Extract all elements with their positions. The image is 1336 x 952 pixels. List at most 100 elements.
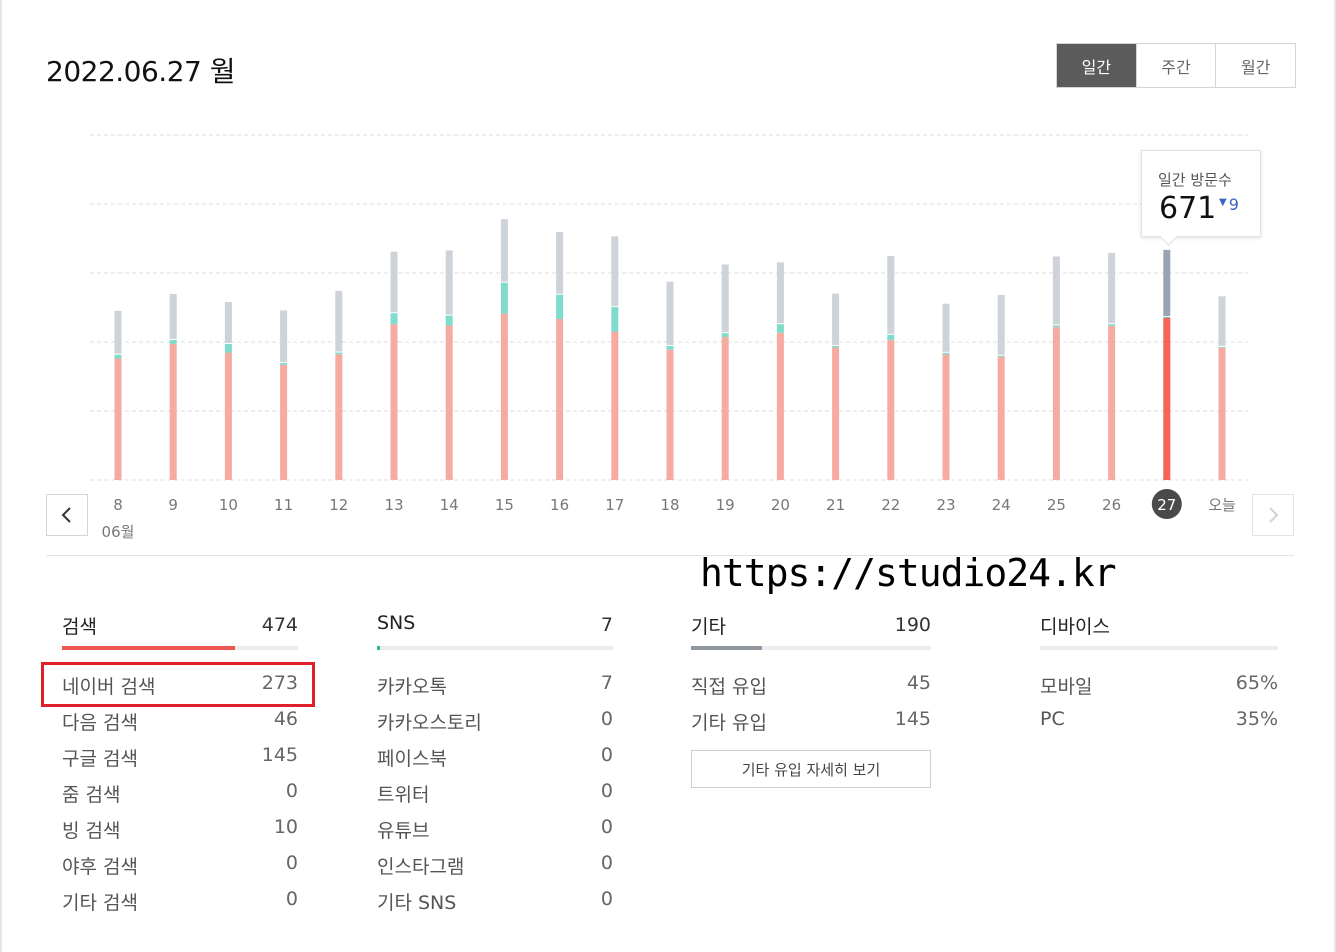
chevron-right-icon xyxy=(1269,507,1279,523)
row-label: 직접 유입 xyxy=(691,676,767,698)
prev-page-button[interactable] xyxy=(46,494,88,536)
chart-tick-label: 14 xyxy=(440,496,459,514)
panel-title: 디바이스 xyxy=(1040,616,1110,638)
chart-bar-segment xyxy=(942,303,950,352)
panel-title: 검색 xyxy=(62,616,97,638)
chart-bar-segment xyxy=(556,318,564,480)
chart-bar-segment xyxy=(611,307,619,332)
row-label: 기타 검색 xyxy=(62,892,138,914)
chart-month-label: 06월 xyxy=(102,523,135,541)
next-page-button[interactable] xyxy=(1252,494,1294,536)
chart-bar-segment xyxy=(280,310,288,362)
row-label: PC xyxy=(1040,708,1065,730)
list-item[interactable]: 빙 검색 10 xyxy=(62,816,298,852)
row-value: 0 xyxy=(600,852,613,874)
chart-bar-segment xyxy=(556,232,564,294)
row-value: 0 xyxy=(600,744,613,766)
chart-tick-label: 22 xyxy=(881,496,900,514)
chart-bar-segment xyxy=(1218,347,1226,480)
row-value: 0 xyxy=(285,780,298,802)
row-label: 페이스북 xyxy=(377,748,447,770)
panel-total: 7 xyxy=(600,614,613,636)
chart-bar-segment xyxy=(887,255,895,334)
chart-bar-segment xyxy=(500,219,508,282)
row-label: 유튜브 xyxy=(377,820,430,842)
daily-visits-tooltip: 일간 방문수 671 ▼ 9 xyxy=(1141,150,1261,237)
list-item[interactable]: 야후 검색 0 xyxy=(62,852,298,888)
row-label: 기타 SNS xyxy=(377,892,457,914)
list-item[interactable]: PC 35% xyxy=(1040,708,1278,744)
share-bar xyxy=(691,646,931,650)
chart-bar-segment xyxy=(611,236,619,307)
highlight-box xyxy=(41,662,315,707)
chart-bar-segment xyxy=(335,290,343,352)
chart-bar-segment xyxy=(776,324,784,333)
tooltip-label: 일간 방문수 xyxy=(1158,171,1232,189)
list-item[interactable]: 줌 검색 0 xyxy=(62,780,298,816)
chart-bar-segment xyxy=(942,354,950,480)
chart-bar-segment xyxy=(390,313,398,325)
share-bar xyxy=(377,646,613,650)
chart-bar-segment xyxy=(445,325,453,480)
chart-bar-segment xyxy=(500,313,508,480)
watermark-url: https://studio24.kr xyxy=(700,551,1117,595)
list-item[interactable]: 기타 SNS 0 xyxy=(377,888,613,924)
other-referral-detail-button[interactable]: 기타 유입 자세히 보기 xyxy=(691,750,931,788)
chevron-left-icon xyxy=(61,507,71,523)
panel-title: SNS xyxy=(377,612,416,634)
chart-tick-label: 27 xyxy=(1157,496,1176,514)
list-item[interactable]: 구글 검색 145 xyxy=(62,744,298,780)
chart-bar-segment xyxy=(997,294,1005,355)
list-item[interactable]: 기타 유입 145 xyxy=(691,708,931,744)
row-label: 야후 검색 xyxy=(62,856,138,878)
chart-bar-segment xyxy=(942,352,950,355)
chart-bar-segment xyxy=(887,334,895,341)
list-item[interactable]: 카카오스토리 0 xyxy=(377,708,613,744)
chart-tick-label: 8 xyxy=(113,496,123,514)
row-value: 0 xyxy=(285,888,298,910)
row-label: 인스타그램 xyxy=(377,856,465,878)
down-triangle-icon: ▼ xyxy=(1219,197,1227,208)
list-item[interactable]: 트위터 0 xyxy=(377,780,613,816)
chart-bar-segment xyxy=(1052,327,1060,480)
chart-tick-label: 11 xyxy=(274,496,293,514)
row-label: 카카오톡 xyxy=(377,676,447,698)
chart-tick-label: 13 xyxy=(384,496,403,514)
share-bar-fill xyxy=(377,646,380,650)
chart-tick-label: 19 xyxy=(716,496,735,514)
chart-bar-segment xyxy=(114,358,122,480)
row-value: 45 xyxy=(906,672,931,694)
chart-bar-segment xyxy=(390,324,398,480)
chart-bar-segment xyxy=(611,331,619,480)
share-bar xyxy=(62,646,298,650)
chart-bar-segment xyxy=(1218,346,1226,348)
chart-bar-segment xyxy=(445,250,453,315)
chart-tick-label: 9 xyxy=(168,496,178,514)
chart-bar-segment xyxy=(335,354,343,480)
list-item[interactable]: 다음 검색 46 xyxy=(62,708,298,744)
chart-tick-label: 16 xyxy=(550,496,569,514)
tooltip-diff-value: 9 xyxy=(1228,195,1239,214)
chart-bar-segment xyxy=(832,347,840,480)
visitor-chart: 8 9 10 11 12 13 14 15 16 17 18 19 20 21 22 23 24 25 26 27 오늘… xyxy=(90,134,1248,541)
chart-bar-segment xyxy=(114,354,122,359)
list-item[interactable]: 직접 유입 45 xyxy=(691,672,931,708)
row-label: 카카오스토리 xyxy=(377,712,482,734)
chart-bar-segment xyxy=(832,345,840,348)
chart-bar-segment xyxy=(1052,325,1060,328)
list-item[interactable]: 기타 검색 0 xyxy=(62,888,298,924)
panel-title: 기타 xyxy=(691,616,726,638)
list-item[interactable]: 유튜브 0 xyxy=(377,816,613,852)
share-bar-fill xyxy=(691,646,762,650)
list-item[interactable]: 인스타그램 0 xyxy=(377,852,613,888)
row-value: 65% xyxy=(1235,672,1278,694)
chart-bar-segment xyxy=(1163,317,1171,480)
chart-bar-segment xyxy=(1108,253,1116,324)
chart-tick-label: 25 xyxy=(1047,496,1066,514)
row-label: 트위터 xyxy=(377,784,430,806)
list-item[interactable]: 카카오톡 7 xyxy=(377,672,613,708)
chart-tick-label: 10 xyxy=(219,496,238,514)
row-value: 35% xyxy=(1235,708,1278,730)
list-item[interactable]: 모바일 65% xyxy=(1040,672,1278,708)
list-item[interactable]: 페이스북 0 xyxy=(377,744,613,780)
